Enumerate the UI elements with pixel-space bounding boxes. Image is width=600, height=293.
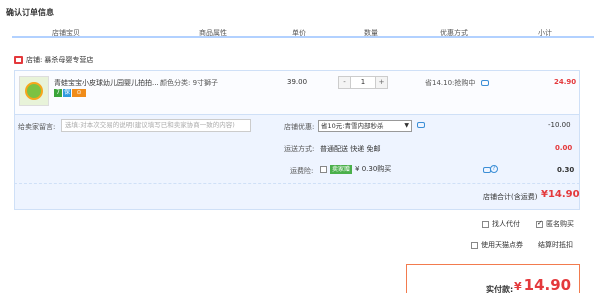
column-header-shop-item: 店铺宝贝 (52, 29, 80, 37)
shop-label: 店铺: (26, 56, 43, 64)
anonymous-option: 匿名购买 (536, 219, 574, 229)
discount-chat-icon[interactable] (417, 122, 425, 128)
promotion-text: 省14.10:抢购中 (425, 79, 476, 87)
final-payment-value: 14.90 (523, 276, 572, 293)
final-payment-label: 实付款: (486, 285, 514, 293)
proxy-pay-label: 找人代付 (492, 220, 520, 228)
tmall-coupon-option: 使用天猫点券 (471, 240, 523, 250)
anonymous-label: 匿名购买 (546, 220, 574, 228)
panel-divider (14, 183, 580, 184)
shop-name-link[interactable]: 暴杀母婴专营店 (44, 55, 93, 65)
product-attribute: 颜色分类: 9寸獅子 (160, 79, 219, 87)
item-row (14, 70, 580, 114)
tmall-coupon-checkbox[interactable] (471, 241, 478, 249)
guarantee-icon: 保 (63, 89, 71, 97)
chevron-down-icon: ▼ (404, 122, 409, 129)
insurance-checkbox[interactable] (320, 165, 327, 173)
proxy-pay-option: 找人代付 (482, 219, 520, 229)
shop-row: 店铺: 暴杀母婴专营店 (14, 55, 93, 65)
final-payment-amount: ¥14.90 (514, 276, 571, 293)
promotion-info: 省14.10:抢购中 (425, 78, 489, 88)
shop-total-label: 店铺合计(含运费) (483, 193, 538, 201)
ball-image-icon (25, 82, 43, 100)
help-icon[interactable]: ? (490, 165, 498, 173)
shop-discount-selected: 省10元:青雪内部秒杀 (321, 122, 384, 130)
column-header-subtotal: 小计 (538, 29, 552, 37)
insurance-option: 卖家赠 ¥ 0.30购买 (320, 164, 391, 174)
insurance-label: 运费险: (290, 167, 314, 175)
column-header-attribute: 商品属性 (199, 29, 227, 37)
message-label: 给卖家留言: (18, 123, 56, 131)
quantity-stepper: - 1 + (338, 76, 388, 89)
tmall-coupon-label: 使用天猫点券 (481, 241, 523, 249)
insurance-price: 0.30 (557, 166, 575, 174)
shop-icon (14, 56, 23, 64)
shipping-price: 0.00 (555, 144, 573, 152)
promo-chat-icon[interactable] (480, 80, 489, 86)
insurance-tag: 卖家赠 (330, 164, 353, 174)
seven-day-return-icon: 7 (54, 89, 62, 97)
unit-price: 39.00 (287, 78, 308, 86)
shop-discount-label: 店铺优惠: (284, 123, 315, 131)
quantity-input[interactable]: 1 (350, 77, 376, 88)
proxy-pay-checkbox[interactable] (482, 220, 489, 228)
column-header-discount: 优惠方式 (440, 29, 468, 37)
message-to-seller-input[interactable]: 选填:对本次交易的说明(建议填写已和卖家协商一致的内容) (61, 119, 251, 132)
shipping-label: 运送方式: (284, 145, 315, 153)
shop-discount-select[interactable]: 省10元:青雪内部秒杀 ▼ (318, 120, 412, 132)
settle-discount-text: 结算时抵扣 (538, 241, 573, 249)
quantity-increase-button[interactable]: + (376, 77, 387, 88)
currency-symbol: ¥ (514, 280, 522, 293)
column-header-row: 店铺宝贝 商品属性 单价 数量 优惠方式 小计 (12, 26, 594, 38)
shop-discount-value: -10.00 (548, 121, 571, 129)
page-title: 确认订单信息 (6, 8, 54, 17)
quantity-decrease-button[interactable]: - (339, 77, 350, 88)
column-header-price: 单价 (292, 29, 306, 37)
credit-card-icon: ⊙ (72, 89, 86, 97)
shop-total-value: ¥14.90 (541, 189, 580, 200)
column-header-quantity: 数量 (364, 29, 378, 37)
item-subtotal: 24.90 (554, 78, 577, 86)
product-name-link[interactable]: 青蛙宝宝小皮球幼儿园婴儿拍拍... (54, 78, 159, 88)
insurance-text: ¥ 0.30购买 (355, 165, 392, 173)
anonymous-checkbox[interactable] (536, 219, 543, 228)
shipping-method: 普通配送 快递 免邮 (320, 145, 381, 153)
